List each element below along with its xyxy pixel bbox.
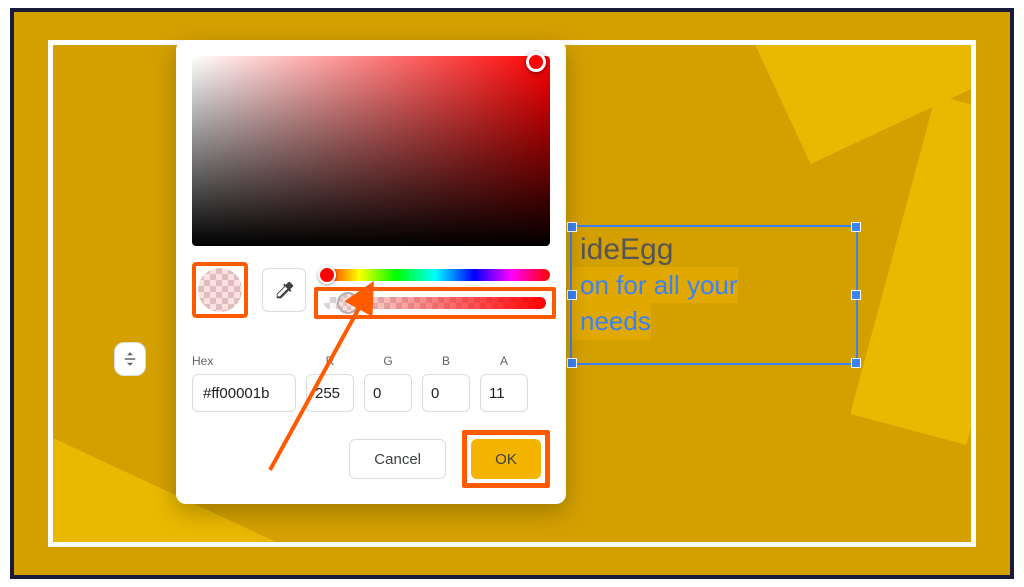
b-input[interactable]	[422, 374, 470, 412]
hex-input[interactable]	[192, 374, 296, 412]
hex-label: Hex	[192, 354, 296, 368]
expand-button[interactable]	[114, 342, 146, 376]
resize-handle[interactable]	[567, 222, 577, 232]
annotation-highlight	[192, 262, 248, 318]
alpha-thumb[interactable]	[337, 292, 359, 314]
g-label: G	[364, 354, 412, 368]
sv-thumb[interactable]	[526, 52, 546, 72]
text-box-line: needs	[572, 303, 651, 339]
eyedropper-button[interactable]	[262, 268, 306, 312]
annotation-highlight	[314, 287, 556, 319]
a-label: A	[480, 354, 528, 368]
g-input[interactable]	[364, 374, 412, 412]
decorative-wedge	[850, 95, 976, 445]
ok-button[interactable]: OK	[471, 439, 541, 479]
resize-handle[interactable]	[567, 290, 577, 300]
eyedropper-icon	[273, 279, 295, 301]
hue-thumb[interactable]	[318, 266, 336, 284]
expand-vertical-icon	[121, 350, 139, 368]
a-input[interactable]	[480, 374, 528, 412]
saturation-value-area[interactable]	[192, 56, 550, 246]
resize-handle[interactable]	[567, 358, 577, 368]
r-label: R	[306, 354, 354, 368]
text-box-title: ideEgg	[572, 233, 673, 267]
resize-handle[interactable]	[851, 358, 861, 368]
color-preview-swatch	[198, 268, 242, 312]
r-input[interactable]	[306, 374, 354, 412]
b-label: B	[422, 354, 470, 368]
color-picker-popup: Hex R G B A Cancel OK	[176, 40, 566, 504]
selected-text-box[interactable]: ideEgg on for all your needs	[570, 225, 858, 365]
text-box-line: on for all your	[572, 267, 738, 303]
cancel-button[interactable]: Cancel	[349, 439, 446, 479]
resize-handle[interactable]	[851, 290, 861, 300]
annotation-highlight: OK	[462, 430, 550, 488]
hue-slider[interactable]	[320, 269, 550, 281]
alpha-slider[interactable]	[324, 297, 546, 309]
resize-handle[interactable]	[851, 222, 861, 232]
